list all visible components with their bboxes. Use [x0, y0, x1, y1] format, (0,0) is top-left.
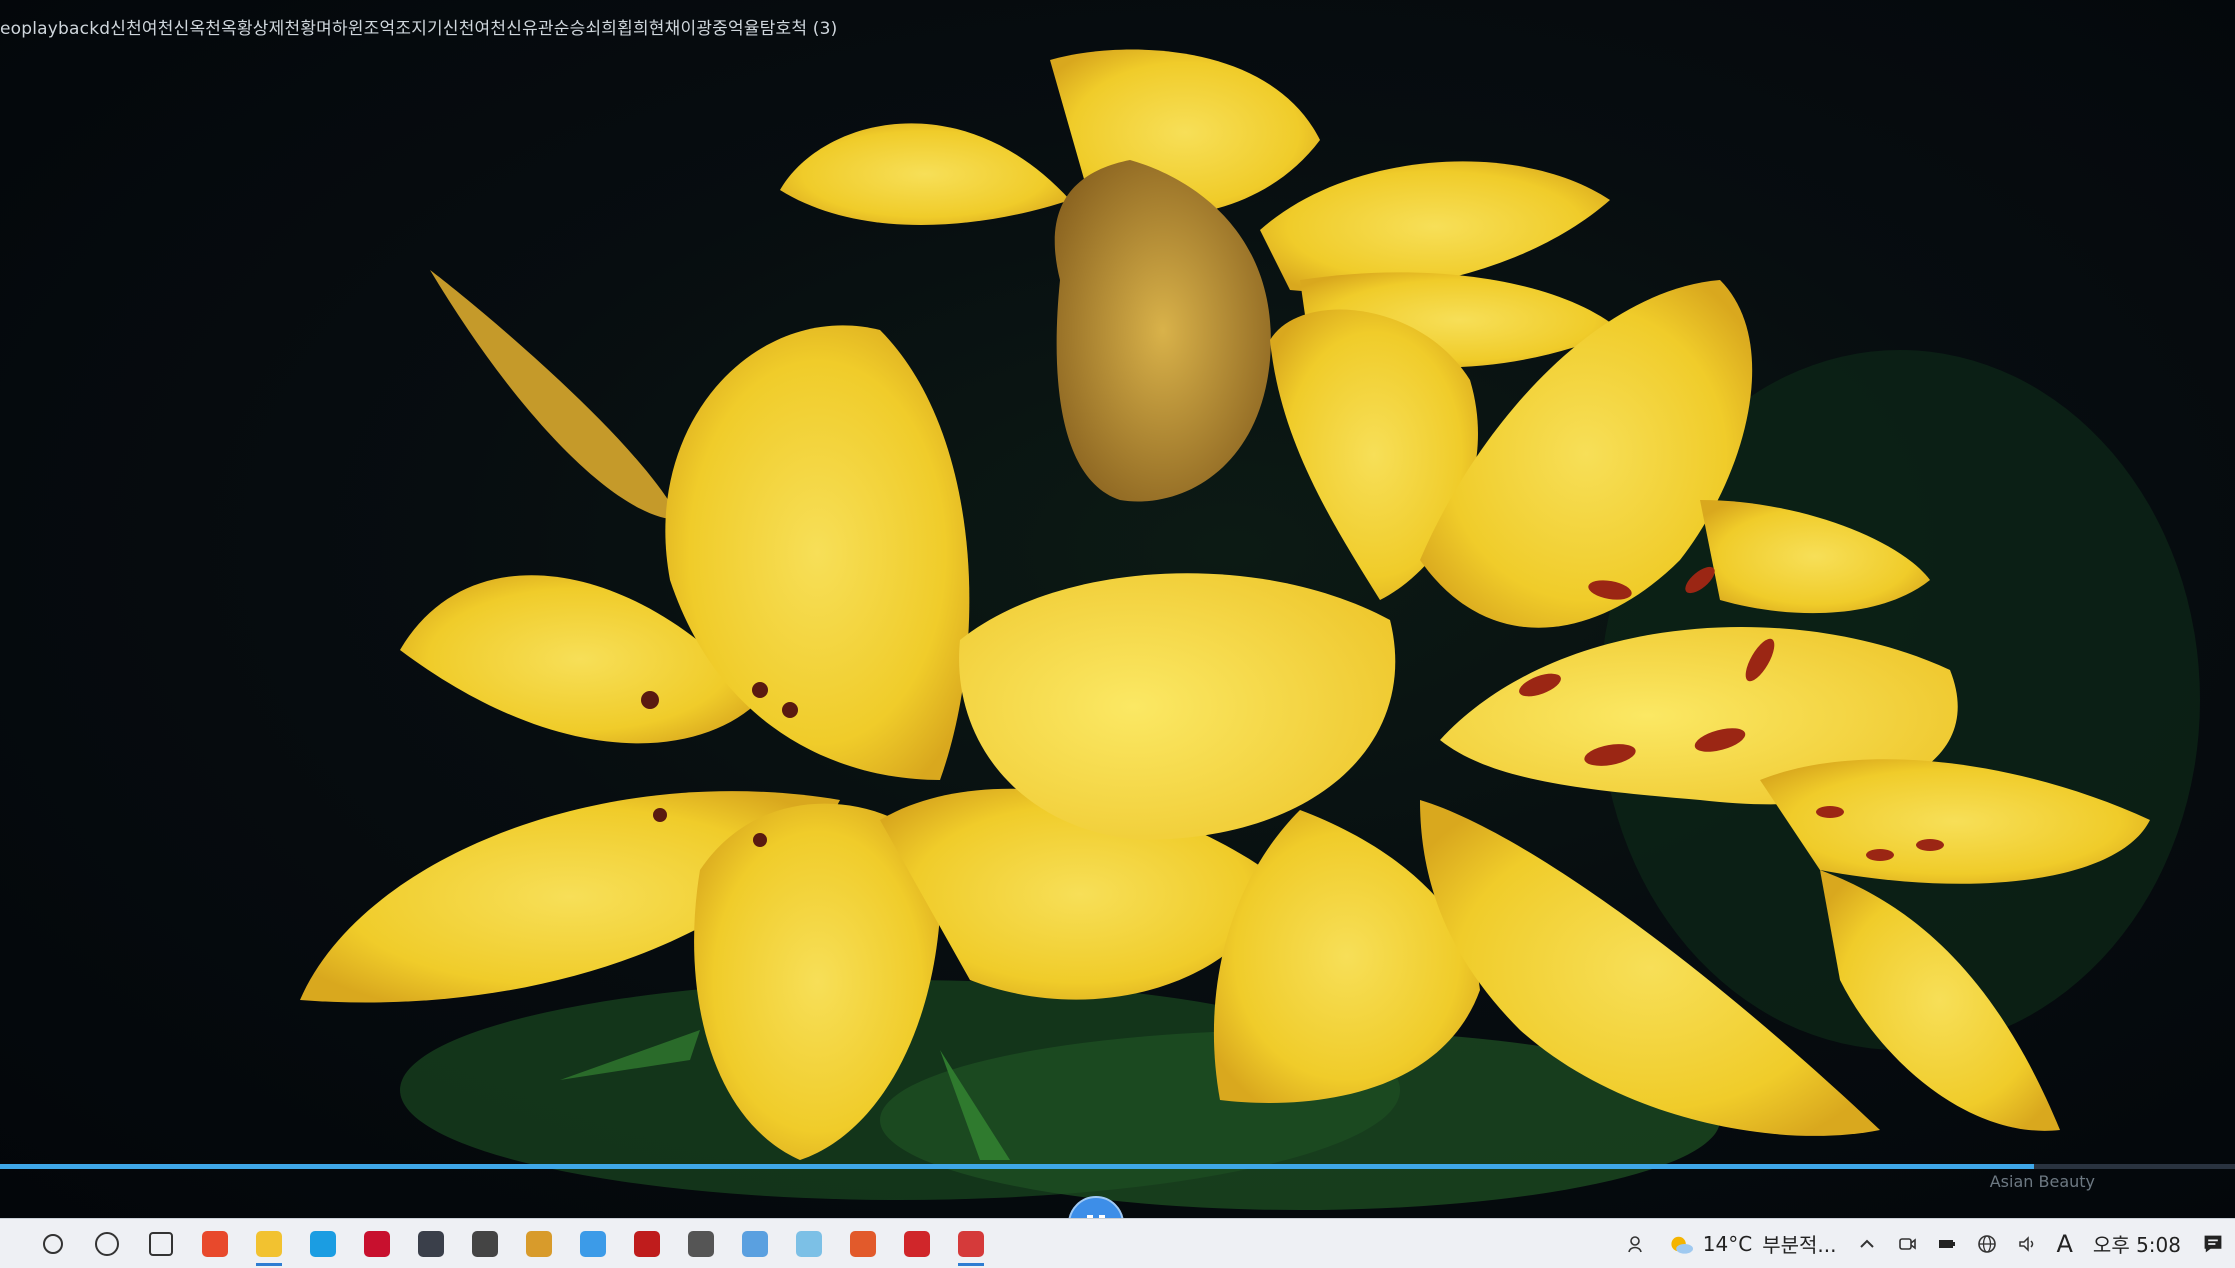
video-watermark: Asian Beauty — [1989, 1172, 2095, 1191]
mcafee-taskbar-button[interactable] — [350, 1219, 404, 1268]
lily-video-frame — [300, 49, 2200, 1210]
pause-icon-bar — [1099, 1215, 1105, 1218]
settings-taskbar-button[interactable] — [674, 1219, 728, 1268]
mcafee-icon — [364, 1230, 390, 1257]
weather-temperature: 14°C — [1702, 1231, 1753, 1256]
system-tray: 14°C 부분적... A 오후 5:08 — [1617, 1219, 2235, 1268]
people-icon[interactable] — [1627, 1234, 1647, 1254]
search-icon — [43, 1233, 63, 1254]
volume-icon[interactable] — [2017, 1234, 2037, 1254]
file-explorer-taskbar-button[interactable] — [242, 1219, 296, 1268]
pdf-taskbar-button[interactable] — [890, 1219, 944, 1268]
windows-taskbar: 14°C 부분적... A 오후 5:08 — [0, 1218, 2235, 1268]
clock[interactable]: 오후 5:08 — [2093, 1229, 2181, 1258]
video-app-icon — [958, 1230, 984, 1257]
weather-widget[interactable]: 14°C 부분적... — [1667, 1229, 1837, 1258]
cortana-taskbar-button[interactable] — [80, 1219, 134, 1268]
taskbar-apps — [26, 1219, 998, 1268]
settings-icon — [688, 1230, 714, 1257]
video-player[interactable]: eoplaybackd신천여천신옥천옥황상제천황며하윈조억조지기신천여천신유관순… — [0, 0, 2235, 1218]
task-view-icon — [149, 1231, 173, 1256]
headset-icon — [472, 1230, 498, 1257]
chevron-up-icon[interactable] — [1857, 1234, 1877, 1254]
file-explorer-icon — [256, 1230, 282, 1257]
chrome-like-icon — [580, 1230, 606, 1257]
battery-icon[interactable] — [1937, 1234, 1957, 1254]
weather-icon — [1671, 1236, 1693, 1254]
mail-icon — [418, 1230, 444, 1257]
pdf-icon — [904, 1230, 930, 1257]
filezilla-icon — [634, 1230, 660, 1257]
pen-taskbar-button[interactable] — [782, 1219, 836, 1268]
pen-icon — [796, 1230, 822, 1257]
notepad-taskbar-button[interactable] — [728, 1219, 782, 1268]
meet-now-icon[interactable] — [1897, 1234, 1917, 1254]
media-player-icon — [850, 1230, 876, 1257]
globe-icon[interactable] — [1977, 1234, 1997, 1254]
media-player-taskbar-button[interactable] — [836, 1219, 890, 1268]
task-view-taskbar-button[interactable] — [134, 1219, 188, 1268]
weather-description: 부분적... — [1762, 1233, 1837, 1257]
office-icon — [202, 1230, 228, 1257]
puzzle-icon — [526, 1230, 552, 1257]
input-method-indicator[interactable]: A — [2057, 1230, 2073, 1258]
chrome-like-taskbar-button[interactable] — [566, 1219, 620, 1268]
puzzle-taskbar-button[interactable] — [512, 1219, 566, 1268]
seek-bar-progress — [0, 1164, 2034, 1169]
notification-icon[interactable] — [2201, 1232, 2225, 1256]
edge-icon — [310, 1230, 336, 1257]
video-app-taskbar-button[interactable] — [944, 1219, 998, 1268]
cortana-icon — [95, 1231, 119, 1256]
headset-taskbar-button[interactable] — [458, 1219, 512, 1268]
video-title: eoplaybackd신천여천신옥천옥황상제천황며하윈조억조지기신천여천신유관순… — [0, 19, 838, 39]
office-taskbar-button[interactable] — [188, 1219, 242, 1268]
mail-taskbar-button[interactable] — [404, 1219, 458, 1268]
search-taskbar-button[interactable] — [26, 1219, 80, 1268]
seek-bar[interactable] — [0, 1164, 2235, 1169]
notepad-icon — [742, 1230, 768, 1257]
edge-taskbar-button[interactable] — [296, 1219, 350, 1268]
filezilla-taskbar-button[interactable] — [620, 1219, 674, 1268]
pause-icon-bar — [1087, 1215, 1093, 1218]
